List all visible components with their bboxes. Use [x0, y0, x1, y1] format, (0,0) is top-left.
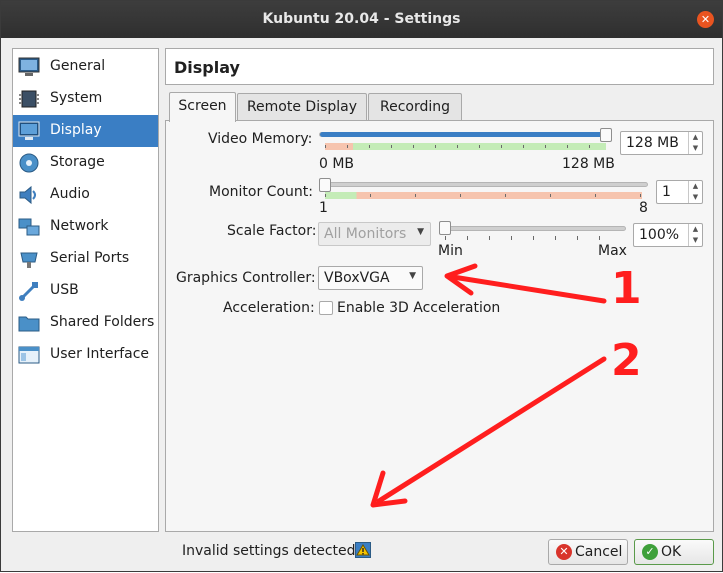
warning-icon[interactable] [355, 542, 371, 558]
arrow-2-line [376, 356, 607, 504]
cancel-icon: ✕ [556, 544, 572, 560]
ok-button[interactable]: ✓ OK [634, 539, 714, 565]
annotation-number-2: 2 [611, 335, 642, 386]
cancel-button[interactable]: ✕ Cancel [548, 539, 628, 565]
status-message: Invalid settings detected [182, 543, 356, 559]
check-icon: ✓ [642, 544, 658, 560]
tab-screen[interactable]: Screen [169, 92, 236, 122]
annotation-number-1: 1 [611, 263, 642, 314]
arrow-1-line [450, 274, 607, 304]
settings-window: Kubuntu 20.04 - Settings ✕ General Syste… [0, 0, 723, 572]
